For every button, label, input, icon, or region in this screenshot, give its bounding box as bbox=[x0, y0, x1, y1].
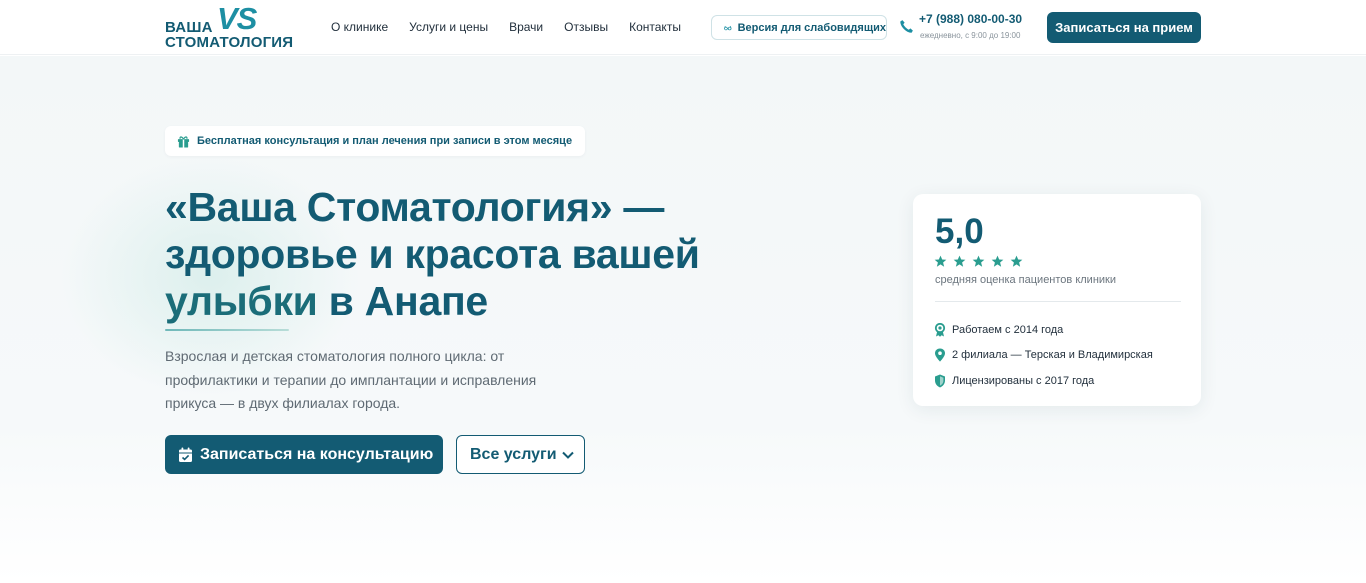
logo-mark: VS bbox=[217, 1, 257, 36]
fact-text: Работаем с 2014 года bbox=[952, 323, 1064, 336]
nav-link-doctors[interactable]: Врачи bbox=[509, 20, 543, 34]
book-consultation-button[interactable]: Записаться на консультацию bbox=[165, 435, 443, 474]
star-icon bbox=[972, 255, 985, 267]
logo[interactable]: ВАША СТОМАТОЛОГИЯ VS bbox=[165, 1, 293, 51]
promo-badge: Бесплатная консультация и план лечения п… bbox=[165, 126, 586, 156]
site-header: ВАША СТОМАТОЛОГИЯ VS О клинике Услуги и … bbox=[0, 0, 1366, 55]
fact-text: 2 филиала — Терская и Владимирская bbox=[952, 349, 1153, 362]
hero-title-part2: в Анапе bbox=[328, 278, 489, 324]
nav-link-contacts[interactable]: Контакты bbox=[629, 20, 681, 34]
phone-icon bbox=[900, 20, 913, 33]
main-nav: О клинике Услуги и цены Врачи Отзывы Кон… bbox=[331, 20, 681, 34]
map-pin-icon bbox=[935, 348, 945, 362]
hero-title: «Ваша Стоматология» — здоровье и красота… bbox=[165, 184, 785, 331]
fact-text: Лицензированы с 2017 года bbox=[952, 374, 1095, 387]
rating-caption: средняя оценка пациентов клиники bbox=[935, 274, 1116, 286]
nav-link-services[interactable]: Услуги и цены bbox=[409, 20, 488, 34]
glasses-icon bbox=[724, 25, 732, 30]
hero-lead: Взрослая и детская стоматология полного … bbox=[165, 348, 537, 411]
star-icon bbox=[953, 255, 966, 267]
hero-title-highlight: улыбки bbox=[165, 278, 318, 331]
hero-section: Бесплатная консультация и план лечения п… bbox=[0, 56, 1366, 583]
nav-link-reviews[interactable]: Отзывы bbox=[564, 20, 608, 34]
rating-stars bbox=[934, 255, 1023, 268]
facts-list: Работаем с 2014 года 2 филиала — Терская… bbox=[934, 317, 1153, 394]
phone-number-link[interactable]: +7 (988) 080-00-30 bbox=[919, 12, 1022, 26]
fact-item: Лицензированы с 2017 года bbox=[934, 368, 1153, 394]
book-consultation-label: Записаться на консультацию bbox=[200, 445, 434, 463]
book-appointment-button[interactable]: Записаться на прием bbox=[1047, 12, 1201, 43]
divider bbox=[935, 301, 1181, 302]
shield-icon bbox=[935, 374, 945, 388]
accessibility-version-button[interactable]: Версия для слабовидящих bbox=[711, 15, 887, 40]
rating-score: 5,0 bbox=[935, 212, 984, 251]
all-services-button[interactable]: Все услуги bbox=[456, 435, 585, 474]
calendar-check-icon bbox=[179, 447, 192, 462]
chevron-down-icon bbox=[561, 451, 574, 459]
star-icon bbox=[934, 255, 947, 267]
nav-link-about[interactable]: О клинике bbox=[331, 20, 388, 34]
award-icon bbox=[934, 322, 946, 337]
star-icon bbox=[991, 255, 1004, 267]
rating-card: 5,0 средняя оценка пациентов клиники Раб… bbox=[913, 194, 1201, 406]
fact-item: Работаем с 2014 года bbox=[934, 317, 1153, 343]
gift-icon bbox=[177, 135, 190, 148]
promo-text: Бесплатная консультация и план лечения п… bbox=[197, 135, 573, 147]
fact-item: 2 филиала — Терская и Владимирская bbox=[934, 343, 1153, 369]
hero-title-part1: «Ваша Стоматология» — здоровье и красота… bbox=[165, 184, 700, 277]
accessibility-version-label: Версия для слабовидящих bbox=[737, 21, 886, 34]
star-icon bbox=[1010, 255, 1023, 267]
working-hours: ежедневно, с 9:00 до 19:00 bbox=[920, 31, 1021, 40]
all-services-label: Все услуги bbox=[470, 445, 557, 463]
